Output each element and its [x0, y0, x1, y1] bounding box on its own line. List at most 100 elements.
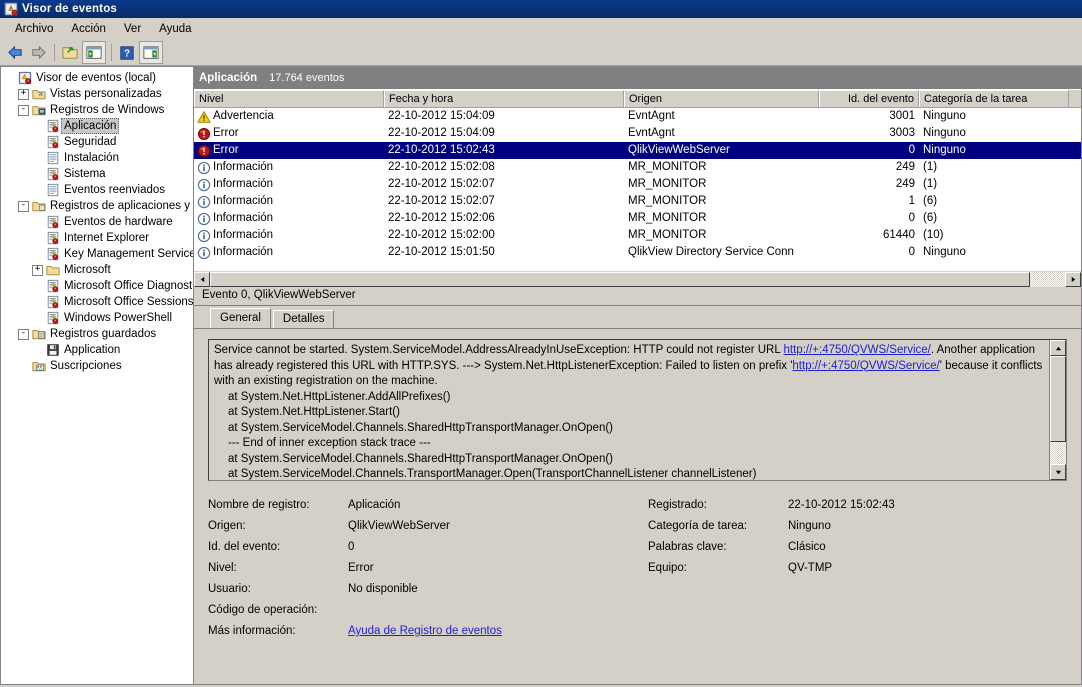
cell-level: Información: [194, 210, 384, 227]
column-header-id-del-evento[interactable]: Id. del evento: [819, 90, 919, 107]
message-part-1: Service cannot be started. System.Servic…: [214, 344, 784, 356]
table-row[interactable]: Información 22-10-2012 15:02:07 MR_MONITOR…: [194, 176, 1081, 193]
tree-item-vistas-personalizadas[interactable]: + Vistas personalizadas: [3, 86, 193, 102]
toolbar: ?: [0, 40, 1082, 66]
message-scroll-track[interactable]: [1050, 356, 1066, 464]
tree-expand-icon[interactable]: +: [31, 264, 44, 277]
menu-archivo[interactable]: Archivo: [6, 21, 62, 37]
cell-task-category: Ninguno: [923, 246, 966, 258]
menu-ver[interactable]: Ver: [115, 21, 150, 37]
cell-level: Información: [194, 227, 384, 244]
show-hide-tree-icon[interactable]: [82, 41, 106, 64]
back-icon[interactable]: [4, 42, 26, 63]
tab-general[interactable]: General: [210, 308, 271, 328]
tree-item-visor-de-eventos-local[interactable]: Visor de eventos (local): [3, 70, 193, 86]
scroll-down-arrow-icon[interactable]: [1050, 464, 1066, 480]
tree-item-sistema[interactable]: Sistema: [3, 166, 193, 182]
tree-item-microsoft-office-sessions[interactable]: Microsoft Office Sessions: [3, 294, 193, 310]
tree-collapse-icon[interactable]: -: [17, 104, 30, 117]
cell-event-id: 3001: [889, 110, 915, 122]
event-detail-tabs: General Detalles: [194, 306, 1081, 328]
table-row[interactable]: Información 22-10-2012 15:02:00 MR_MONITOR…: [194, 227, 1081, 244]
metadata-value: Aplicación: [348, 499, 401, 511]
tree-expand-icon[interactable]: +: [17, 88, 30, 101]
help-icon[interactable]: ?: [116, 42, 138, 63]
cell-datetime: 22-10-2012 15:02:08: [388, 161, 495, 173]
stack-line: at System.ServiceModel.Channels.SharedHt…: [228, 421, 614, 434]
table-row[interactable]: Información 22-10-2012 15:01:50 QlikView D…: [194, 244, 1081, 261]
table-row[interactable]: Advertencia 22-10-2012 15:04:09 EvntAgnt 30…: [194, 108, 1081, 125]
cell-level: Error: [194, 142, 384, 159]
open-folder-icon[interactable]: [59, 42, 81, 63]
scroll-left-arrow-icon[interactable]: [194, 271, 210, 287]
tree-item-aplicaci-n[interactable]: Aplicación: [3, 118, 193, 134]
table-row[interactable]: Información 22-10-2012 15:02:07 MR_MONITOR…: [194, 193, 1081, 210]
column-header-categor-a-de-la-tarea[interactable]: Categoría de la tarea: [919, 90, 1069, 107]
tree-item-application[interactable]: Application: [3, 342, 193, 358]
show-hide-actions-icon[interactable]: [139, 41, 163, 64]
events-list[interactable]: Nivel Fecha y hora Origen Id. del evento Cat…: [194, 89, 1081, 287]
tree-item-internet-explorer[interactable]: Internet Explorer: [3, 230, 193, 246]
tab-detalles[interactable]: Detalles: [272, 310, 335, 328]
log-icon: [44, 231, 61, 245]
tree-item-label: Microsoft: [64, 264, 111, 276]
message-url-link-2[interactable]: http://+:4750/QVWS/Service/: [792, 360, 939, 372]
console-tree-pane[interactable]: Visor de eventos (local) + Vistas personal…: [0, 66, 193, 685]
log-icon: [44, 215, 61, 229]
event-log-help-link[interactable]: Ayuda de Registro de eventos: [348, 623, 502, 639]
cell-source: MR_MONITOR: [628, 195, 707, 207]
tree-item-registros-guardados[interactable]: - Registros guardados: [3, 326, 193, 342]
cell-level: Información: [194, 244, 384, 261]
tree-item-microsoft-office-diagnostics[interactable]: Microsoft Office Diagnostics: [3, 278, 193, 294]
tree-item-windows-powershell[interactable]: Windows PowerShell: [3, 310, 193, 326]
metadata-label: Nombre de registro:: [208, 499, 310, 511]
level-label: Error: [213, 144, 239, 156]
log-icon: [44, 119, 61, 133]
tree-item-microsoft[interactable]: + Microsoft: [3, 262, 193, 278]
stack-line: at System.Net.HttpListener.Start(): [228, 406, 400, 418]
tree-item-eventos-reenviados[interactable]: Eventos reenviados: [3, 182, 193, 198]
metadata-value: [346, 600, 460, 621]
metadata-left-labels: Nombre de registro: Origen: Id. del evento…: [208, 495, 346, 642]
tree-collapse-icon[interactable]: -: [17, 200, 30, 213]
events-horizontal-scrollbar[interactable]: [194, 270, 1081, 287]
tree-collapse-icon[interactable]: -: [17, 328, 30, 341]
metadata-label: Nivel:: [208, 562, 237, 574]
scroll-right-arrow-icon[interactable]: [1065, 271, 1081, 287]
information-icon: [197, 246, 211, 260]
column-header-origen[interactable]: Origen: [624, 90, 819, 107]
log-plain-icon: [44, 151, 61, 165]
tree-item-registros-de-aplicaciones-y-serv[interactable]: - Registros de aplicaciones y serv: [3, 198, 193, 214]
message-url-link-1[interactable]: http://+:4750/QVWS/Service/: [784, 344, 931, 356]
event-detail-header: Evento 0, QlikViewWebServer: [194, 285, 1081, 306]
menu-accion[interactable]: Acción: [62, 21, 115, 37]
horizontal-scroll-track[interactable]: [1030, 271, 1065, 287]
tree-item-suscripciones[interactable]: Suscripciones: [3, 358, 193, 374]
error-icon: [197, 144, 211, 158]
event-message-box[interactable]: Service cannot be started. System.Servic…: [208, 339, 1067, 481]
table-row[interactable]: Información 22-10-2012 15:02:06 MR_MONITOR…: [194, 210, 1081, 227]
tree-item-eventos-de-hardware[interactable]: Eventos de hardware: [3, 214, 193, 230]
column-header-fecha-y-hora[interactable]: Fecha y hora: [384, 90, 624, 107]
scroll-up-arrow-icon[interactable]: [1050, 340, 1066, 356]
table-row[interactable]: Error 22-10-2012 15:02:43 QlikViewWebServe…: [194, 142, 1081, 159]
cell-level: Información: [194, 193, 384, 210]
tree-item-seguridad[interactable]: Seguridad: [3, 134, 193, 150]
level-label: Información: [213, 212, 274, 224]
horizontal-scroll-thumb[interactable]: [210, 271, 1030, 287]
menu-ayuda[interactable]: Ayuda: [150, 21, 200, 37]
events-pane: Aplicación 17.764 eventos Nivel Fecha y h…: [193, 66, 1082, 685]
forward-icon[interactable]: [27, 42, 49, 63]
message-vertical-scrollbar[interactable]: [1049, 340, 1066, 480]
tree-item-instalaci-n[interactable]: Instalación: [3, 150, 193, 166]
warning-icon: [197, 110, 211, 124]
column-header-nivel[interactable]: Nivel: [194, 90, 384, 107]
message-scroll-thumb[interactable]: [1050, 356, 1066, 442]
table-row[interactable]: Error 22-10-2012 15:04:09 EvntAgnt 3003 Ning…: [194, 125, 1081, 142]
tree-item-key-management-service[interactable]: Key Management Service: [3, 246, 193, 262]
table-row[interactable]: Información 22-10-2012 15:02:08 MR_MONITOR…: [194, 159, 1081, 176]
tree-item-registros-de-windows[interactable]: - Registros de Windows: [3, 102, 193, 118]
